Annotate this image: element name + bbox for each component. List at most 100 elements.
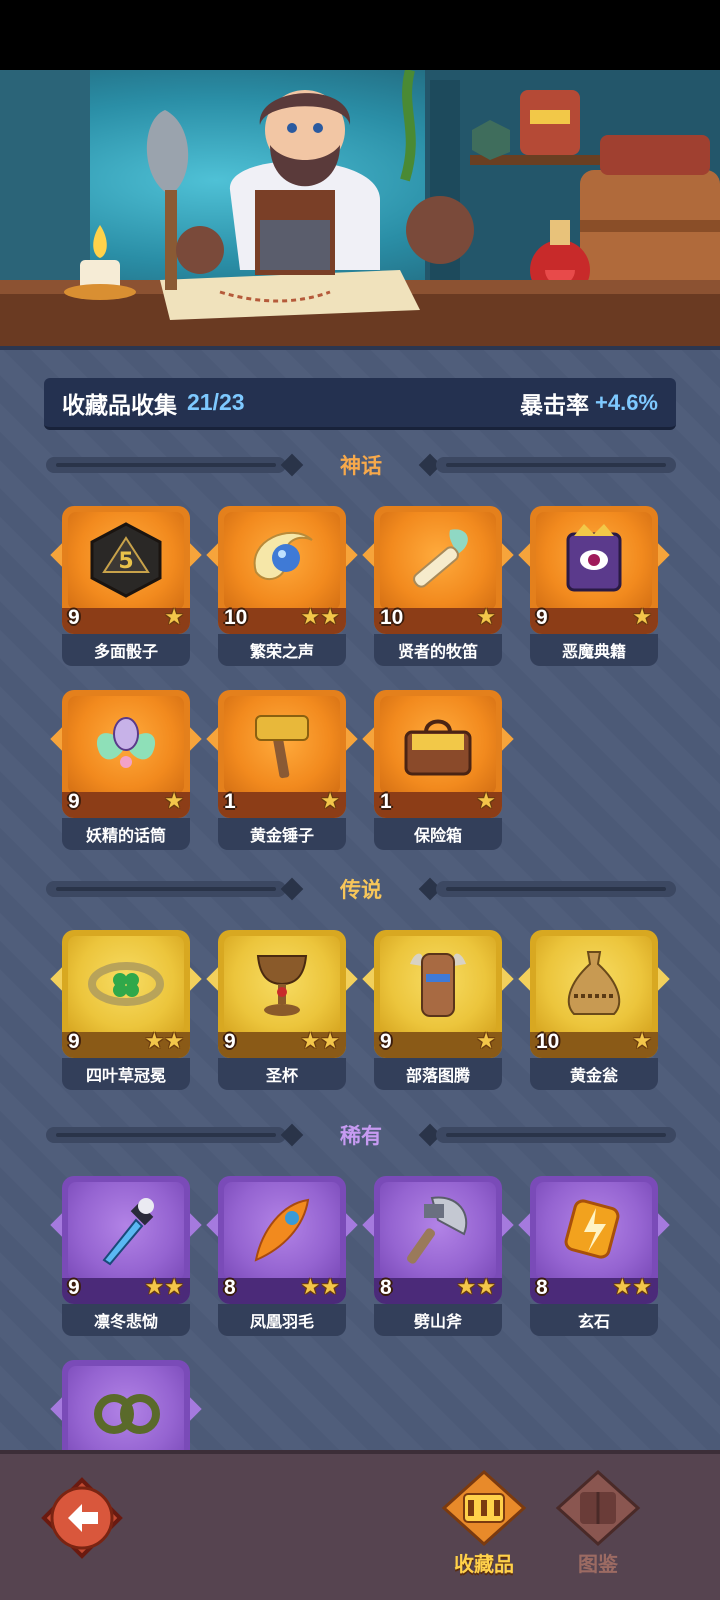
item-name: 保险箱 bbox=[374, 818, 502, 850]
item-name: 部落图腾 bbox=[374, 1058, 502, 1090]
lightning-stone-icon bbox=[564, 1199, 620, 1259]
item-name: 凛冬悲恸 bbox=[62, 1304, 190, 1336]
conch-shell-icon bbox=[253, 531, 313, 581]
back-arrow-icon[interactable] bbox=[40, 1476, 124, 1560]
flute-icon bbox=[413, 529, 468, 588]
item-level: 9 bbox=[68, 606, 80, 629]
section-header-rare: 稀有 bbox=[46, 1120, 676, 1150]
star-rating: ★ bbox=[632, 604, 652, 629]
item-level: 10 bbox=[536, 1030, 560, 1053]
demon-book-icon bbox=[566, 524, 622, 592]
collection-panel[interactable]: 收藏品收集 21/23 暴击率 +4.6% 神话 5 9 ★ 多面骰子 10 ★… bbox=[0, 350, 720, 1450]
collection-item[interactable]: 10 ★ 黄金瓮 bbox=[518, 930, 670, 1090]
collection-item[interactable]: 9 ★ 妖精的话筒 bbox=[50, 690, 202, 850]
item-name: 恶魔典籍 bbox=[530, 634, 658, 666]
svg-text:5: 5 bbox=[118, 549, 133, 574]
item-name: 玄石 bbox=[530, 1304, 658, 1336]
section-title-legendary: 传说 bbox=[340, 879, 382, 902]
totem-icon bbox=[410, 953, 466, 1017]
item-level: 1 bbox=[380, 790, 392, 813]
collection-item[interactable]: 1 ★ 黄金锤子 bbox=[206, 690, 358, 850]
crit-rate-label: 暴击率 bbox=[520, 391, 589, 418]
item-level: 8 bbox=[380, 1276, 392, 1299]
item-name: 贤者的牧笛 bbox=[374, 634, 502, 666]
status-bar bbox=[0, 0, 720, 70]
star-rating: ★ bbox=[476, 604, 496, 629]
star-rating: ★ ★ bbox=[144, 1028, 184, 1053]
axe-icon bbox=[407, 1196, 468, 1264]
section-title-rare: 稀有 bbox=[340, 1125, 382, 1148]
item-name: 多面骰子 bbox=[62, 634, 190, 666]
collection-item[interactable]: 9 ★ ★ 圣杯 bbox=[206, 930, 358, 1090]
tab-codex[interactable]: 图鉴 bbox=[548, 1468, 648, 1578]
item-name: 繁荣之声 bbox=[218, 634, 346, 666]
section-header-mythic: 神话 bbox=[46, 450, 676, 480]
bottom-nav: 收藏品 图鉴 bbox=[0, 1450, 720, 1600]
tab-collection-label: 收藏品 bbox=[454, 1554, 514, 1576]
item-name: 凤凰羽毛 bbox=[218, 1304, 346, 1336]
section-title-mythic: 神话 bbox=[340, 455, 382, 478]
collection-item[interactable]: 8 ★ ★ 玄石 bbox=[518, 1176, 670, 1336]
star-rating: ★ bbox=[632, 1028, 652, 1053]
collection-item[interactable]: 10 ★ ★ 繁荣之声 bbox=[206, 506, 358, 666]
item-level: 9 bbox=[224, 1030, 236, 1053]
shopkeeper-banner bbox=[0, 70, 720, 350]
star-rating: ★ ★ bbox=[300, 1028, 340, 1053]
codex-book-icon bbox=[555, 1469, 641, 1547]
section-header-legendary: 传说 bbox=[46, 874, 676, 904]
collection-item[interactable]: 5 9 ★ 多面骰子 bbox=[50, 506, 202, 666]
frost-sword-icon bbox=[102, 1198, 154, 1266]
star-rating: ★ bbox=[476, 1028, 496, 1053]
collection-label: 收藏品收集 bbox=[62, 391, 177, 418]
collection-item[interactable]: 9 ★ 恶魔典籍 bbox=[518, 506, 670, 666]
fairy-megaphone-icon bbox=[96, 717, 156, 768]
d20-dice-icon: 5 bbox=[90, 522, 162, 598]
star-rating: ★ ★ bbox=[300, 604, 340, 629]
tab-collection[interactable]: 收藏品 bbox=[434, 1468, 534, 1578]
item-level: 9 bbox=[380, 1030, 392, 1053]
collection-shelf-icon bbox=[441, 1469, 527, 1547]
item-level: 8 bbox=[536, 1276, 548, 1299]
collection-item[interactable]: 8 ★ ★ 凤凰羽毛 bbox=[206, 1176, 358, 1336]
star-rating: ★ ★ bbox=[144, 1274, 184, 1299]
star-rating: ★ bbox=[164, 788, 184, 813]
collection-item[interactable] bbox=[50, 1360, 202, 1450]
item-name: 黄金锤子 bbox=[218, 818, 346, 850]
item-name: 劈山斧 bbox=[374, 1304, 502, 1336]
item-level: 8 bbox=[224, 1276, 236, 1299]
thorn-vine-icon bbox=[94, 1394, 160, 1434]
collection-item[interactable]: 8 ★ ★ 劈山斧 bbox=[362, 1176, 514, 1336]
item-level: 9 bbox=[68, 790, 80, 813]
collection-item[interactable]: 9 ★ 部落图腾 bbox=[362, 930, 514, 1090]
phoenix-feather-icon bbox=[254, 1198, 310, 1262]
star-rating: ★ ★ bbox=[300, 1274, 340, 1299]
golden-urn-icon bbox=[567, 951, 621, 1015]
star-rating: ★ bbox=[320, 788, 340, 813]
item-level: 9 bbox=[68, 1030, 80, 1053]
item-name: 黄金瓮 bbox=[530, 1058, 658, 1090]
star-rating: ★ bbox=[164, 604, 184, 629]
golden-hammer-icon bbox=[255, 715, 309, 779]
item-name: 四叶草冠冕 bbox=[62, 1058, 190, 1090]
collection-item[interactable]: 9 ★ ★ 四叶草冠冕 bbox=[50, 930, 202, 1090]
tab-codex-label: 图鉴 bbox=[578, 1554, 618, 1576]
crit-rate-value: +4.6% bbox=[595, 389, 658, 415]
item-level: 10 bbox=[380, 606, 404, 629]
star-rating: ★ bbox=[476, 788, 496, 813]
grail-icon bbox=[256, 955, 308, 1016]
collection-item[interactable]: 1 ★ 保险箱 bbox=[362, 690, 514, 850]
item-name: 圣杯 bbox=[218, 1058, 346, 1090]
star-rating: ★ ★ bbox=[612, 1274, 652, 1299]
treasure-chest-icon bbox=[404, 719, 472, 776]
item-level: 1 bbox=[224, 790, 236, 813]
item-level: 9 bbox=[536, 606, 548, 629]
collection-summary-bar: 收藏品收集 21/23 暴击率 +4.6% bbox=[44, 378, 676, 430]
item-level: 10 bbox=[224, 606, 248, 629]
item-level: 9 bbox=[68, 1276, 80, 1299]
clover-crown-icon bbox=[88, 962, 164, 1006]
collection-item[interactable]: 9 ★ ★ 凛冬悲恸 bbox=[50, 1176, 202, 1336]
collection-item[interactable]: 10 ★ 贤者的牧笛 bbox=[362, 506, 514, 666]
collection-count: 21/23 bbox=[187, 389, 245, 415]
star-rating: ★ ★ bbox=[456, 1274, 496, 1299]
item-name: 妖精的话筒 bbox=[62, 818, 190, 850]
